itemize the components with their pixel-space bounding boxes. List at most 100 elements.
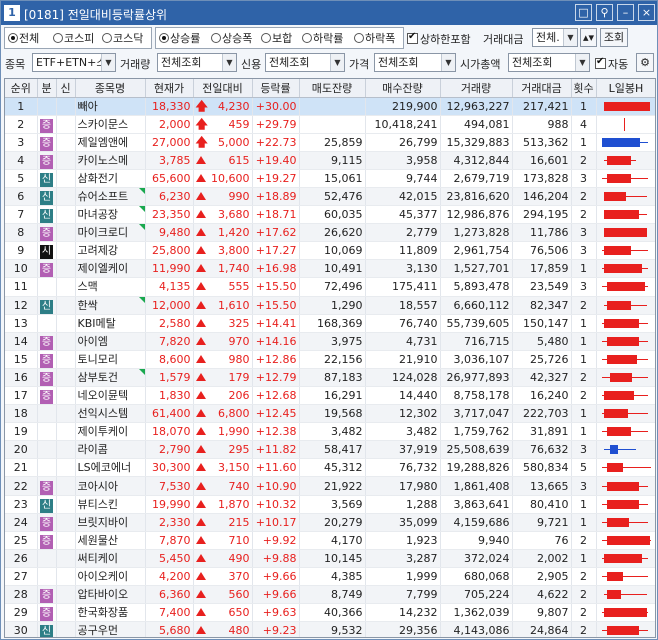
table-row[interactable]: 25 증 세원물산 7,870 710 +9.92 4,170 1,923 9,940 76 2 — [5, 531, 655, 550]
chevron-down-icon: ▼ — [575, 54, 589, 71]
spin-icon[interactable]: ▴▾ — [580, 28, 597, 47]
division-cell: 증 — [37, 531, 57, 550]
ask-volume-cell: 60,035 — [299, 205, 366, 225]
radio-sort-fall-amount[interactable]: 하락폭 — [354, 32, 395, 46]
column-header[interactable]: 매도잔량 — [299, 79, 366, 98]
query-button[interactable]: 조회 — [600, 28, 628, 47]
change-value: 1,610 — [218, 298, 250, 312]
column-header[interactable]: 거래대금 — [512, 79, 572, 98]
gear-icon[interactable]: ⚙ — [636, 53, 654, 72]
change-value: 10,600 — [211, 171, 250, 185]
radio-market-all[interactable]: 전체 — [8, 32, 39, 46]
table-row[interactable]: 20 라이콤 2,790 295 +11.82 58,417 37,919 25,508,63… — [5, 440, 655, 460]
table-row[interactable]: 29 증 한국화장품 7,400 650 +9.63 40,366 14,232 1,362,0… — [5, 603, 655, 623]
change-value: 215 — [228, 515, 250, 529]
table-row[interactable]: 28 증 압타바이오 6,360 560 +9.66 8,749 7,799 705,224 4,… — [5, 585, 655, 605]
credit-select[interactable]: 전체조회 ▼ — [265, 53, 345, 72]
up-triangle-icon — [195, 517, 206, 526]
column-header[interactable]: 거래량 — [440, 79, 513, 98]
market-cap-select[interactable]: 전체조회 ▼ — [508, 53, 590, 72]
radio-market-kosdaq[interactable]: 코스닥 — [102, 32, 143, 46]
volume-cell: 6,660,112 — [440, 296, 513, 315]
division-badge: 증 — [40, 390, 53, 404]
table-row[interactable]: 10 증 제이엘케이 11,990 1,740 +16.98 10,491 3,130 1,52… — [5, 259, 655, 279]
column-header[interactable]: 현재가 — [145, 79, 194, 98]
radio-sort-flat[interactable]: 보합 — [261, 32, 292, 46]
division-badge: 신 — [40, 191, 53, 205]
daily-candle-cell — [596, 422, 655, 442]
price-select[interactable]: 전체조회 ▼ — [374, 53, 456, 72]
link-icon[interactable]: □ — [575, 4, 592, 21]
change-value: 4,230 — [218, 99, 250, 113]
ask-volume-cell: 3,482 — [299, 422, 366, 442]
table-row[interactable]: 22 증 코아시아 7,530 740 +10.90 21,922 17,980 1,861,4… — [5, 476, 655, 496]
table-row[interactable]: 27 아이오케이 4,200 370 +9.66 4,385 1,999 680,068 2,9… — [5, 567, 655, 587]
table-row[interactable]: 24 증 브릿지바이 2,330 215 +10.17 20,279 35,099 4,159,… — [5, 513, 655, 532]
rate-cell: +19.27 — [252, 169, 300, 188]
table-row[interactable]: 19 제이투케이 18,070 1,990 +12.38 3,482 3,482 1,759,… — [5, 422, 655, 442]
credit-cell — [56, 97, 76, 116]
count-cell: 1 — [571, 133, 597, 152]
credit-cell — [56, 296, 76, 315]
item-type-select[interactable]: ETF+ETN+스 ▼ — [32, 53, 116, 72]
table-row[interactable]: 9 시 고려제강 25,800 3,800 +17.27 10,069 11,809 2,961… — [5, 241, 655, 261]
auto-checkbox[interactable]: 자동 — [595, 56, 628, 72]
radio-dot-icon — [261, 33, 271, 43]
table-row[interactable]: 15 증 토니모리 8,600 980 +12.86 22,156 21,910 3,036,1… — [5, 350, 655, 369]
column-header[interactable]: 분 — [37, 79, 57, 98]
column-header[interactable]: 횟수 — [571, 79, 597, 98]
change-cell: 740 — [193, 476, 253, 496]
table-row[interactable]: 17 증 네오이뮨텍 1,830 206 +12.68 16,291 14,440 8,758,… — [5, 386, 655, 406]
trade-amount-select[interactable]: 전체. ▼ — [532, 28, 578, 47]
radio-sort-rise-amount[interactable]: 상승폭 — [211, 32, 252, 46]
table-row[interactable]: 12 신 한싹 12,000 1,610 +15.50 1,290 18,557 6,660,1… — [5, 296, 655, 315]
volume-cell: 5,893,478 — [440, 277, 513, 297]
table-row[interactable]: 1 빼아 18,330 🡅 4,230 +30.00 219,900 12,963,227 21… — [5, 97, 655, 116]
division-cell — [37, 314, 57, 333]
table-row[interactable]: 3 증 제일엠앤에 27,000 🡅 5,000 +22.73 25,859 26,799 15,… — [5, 133, 655, 152]
ask-volume-cell: 9,532 — [299, 621, 366, 637]
table-row[interactable]: 16 증 삼부토건 1,579 179 +12.79 87,183 124,028 26,977… — [5, 368, 655, 388]
table-row[interactable]: 6 신 슈어소프트 6,230 990 +18.89 52,476 42,015 23,816,… — [5, 187, 655, 207]
change-value: 740 — [228, 479, 250, 493]
table-row[interactable]: 13 KBI메탈 2,580 325 +14.41 168,369 76,740 55,739… — [5, 314, 655, 333]
close-icon[interactable]: × — [638, 4, 655, 21]
column-header[interactable]: 전일대비 — [193, 79, 253, 98]
column-header[interactable]: 종목명 — [75, 79, 146, 98]
table-row[interactable]: 30 신 공구우먼 5,680 480 +9.23 9,532 29,356 4,143,086… — [5, 621, 655, 637]
table-row[interactable]: 8 증 마이크로디 9,480 1,420 +17.62 26,620 2,779 1,273,… — [5, 223, 655, 243]
ask-volume-cell — [299, 97, 366, 116]
table-row[interactable]: 14 증 아이엠 7,820 970 +14.16 3,975 4,731 716,715 5,4… — [5, 332, 655, 351]
table-row[interactable]: 23 신 뷰티스킨 19,990 1,870 +10.32 3,569 1,288 3,863,… — [5, 495, 655, 514]
table-row[interactable]: 26 써티케이 5,450 490 +9.88 10,145 3,287 372,024 2,0… — [5, 549, 655, 568]
column-header[interactable]: 등락률 — [252, 79, 300, 98]
stock-name-cell: 스맥 — [75, 277, 146, 297]
pin-icon[interactable]: ⚲ — [596, 4, 613, 21]
volume-select[interactable]: 전체조회 ▼ — [157, 53, 237, 72]
credit-cell — [56, 549, 76, 568]
division-cell — [37, 422, 57, 442]
column-header[interactable]: 순위 — [5, 79, 38, 98]
limit-include-checkbox[interactable]: 상하한포함 — [407, 31, 471, 47]
column-header[interactable]: 신 — [56, 79, 76, 98]
radio-sort-fall-rate[interactable]: 하락률 — [302, 32, 343, 46]
daily-candle-cell — [596, 115, 655, 134]
table-row[interactable]: 11 스맥 4,135 555 +15.50 72,496 175,411 5,893,478… — [5, 277, 655, 297]
count-cell: 3 — [571, 223, 597, 243]
up-triangle-icon — [195, 336, 206, 345]
division-badge: 증 — [40, 589, 53, 603]
price-label: 가격 — [349, 58, 370, 71]
radio-sort-rise-rate[interactable]: 상승률 — [159, 32, 200, 46]
table-row[interactable]: 21 LS에코에너 30,300 3,150 +11.60 45,312 76,732 19,… — [5, 458, 655, 478]
table-row[interactable]: 5 신 삼화전기 65,600 10,600 +19.27 15,061 9,744 2,679… — [5, 169, 655, 188]
column-header[interactable]: L일봉H — [596, 79, 655, 98]
radio-market-kospi[interactable]: 코스피 — [53, 32, 94, 46]
minimize-icon[interactable]: – — [617, 4, 634, 21]
table-row[interactable]: 7 신 마녀공장 23,350 3,680 +18.71 60,035 45,377 12,98… — [5, 205, 655, 225]
column-header[interactable]: 매수잔량 — [365, 79, 441, 98]
table-row[interactable]: 2 증 스카이문스 2,000 🡅 459 +29.79 10,418,241 494,081 9… — [5, 115, 655, 134]
table-row[interactable]: 18 선익시스템 61,400 6,800 +12.45 19,568 12,302 3,71… — [5, 404, 655, 424]
ask-volume-cell: 45,312 — [299, 458, 366, 478]
table-row[interactable]: 4 증 카이노스메 3,785 615 +19.40 9,115 3,958 4,312,844… — [5, 151, 655, 170]
daily-candle-cell — [596, 495, 655, 514]
